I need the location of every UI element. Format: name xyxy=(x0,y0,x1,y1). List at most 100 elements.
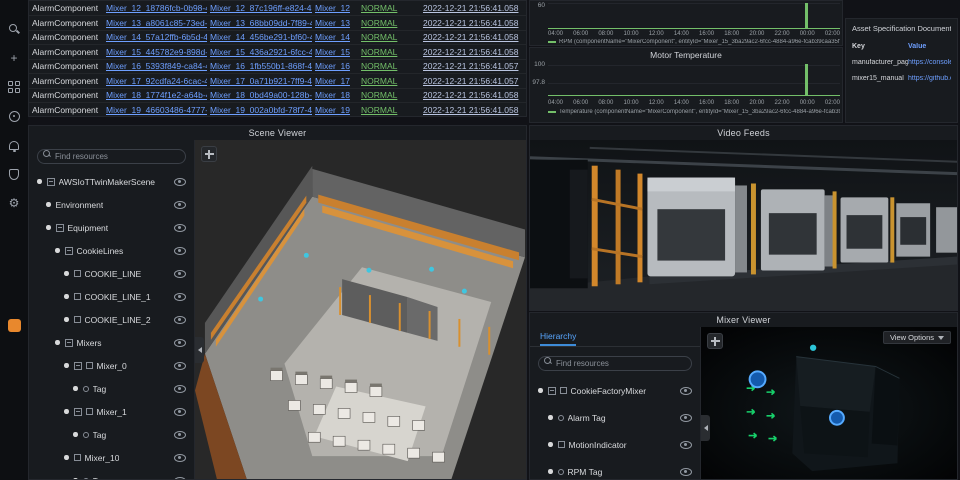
visibility-eye-icon[interactable] xyxy=(174,338,186,347)
visibility-eye-icon[interactable] xyxy=(174,384,186,393)
mixer-name-link[interactable]: Mixer_12 xyxy=(312,1,358,16)
visibility-eye-icon[interactable] xyxy=(174,269,186,278)
visibility-eye-icon[interactable] xyxy=(174,430,186,439)
visibility-eye-icon[interactable] xyxy=(174,200,186,209)
tree-item-motionindicator[interactable]: MotionIndicator xyxy=(530,431,700,458)
table-row[interactable]: AlarmComponent Mixer_12_18786fcb-0b98-4.… xyxy=(29,1,526,16)
mixer-machine-model[interactable] xyxy=(792,356,900,472)
rpm-legend[interactable]: RPM (componentName="MixerComponent", ent… xyxy=(548,39,840,45)
alerting-nav-button[interactable] xyxy=(5,136,23,154)
asset-value-link[interactable]: https://github.com xyxy=(908,75,951,82)
collapse-icon[interactable] xyxy=(55,223,64,232)
temperature-legend[interactable]: Temperature (componentName="MixerCompone… xyxy=(548,109,840,115)
visibility-eye-icon[interactable] xyxy=(174,407,186,416)
explore-nav-button[interactable] xyxy=(5,107,23,125)
visibility-eye-icon[interactable] xyxy=(680,440,692,449)
find-resources-input[interactable] xyxy=(538,356,692,371)
status-badge[interactable]: NORMAL xyxy=(358,15,420,31)
entity-id-link[interactable]: Mixer_16_5393f849-ca84-4... xyxy=(103,59,207,74)
factory-3d-viewport[interactable] xyxy=(195,140,526,479)
collapse-icon[interactable] xyxy=(73,407,82,416)
tree-item-cookie-line[interactable]: COOKIE_LINE xyxy=(29,262,194,285)
alarm-id-link[interactable]: Mixer_17_0a71b921-7ff9-46... xyxy=(207,73,312,89)
tree-item-alarm-tag[interactable]: Alarm Tag xyxy=(530,404,700,431)
visibility-eye-icon[interactable] xyxy=(680,413,692,422)
status-badge[interactable]: NORMAL xyxy=(358,102,420,116)
tree-item-cookie-line-2[interactable]: COOKIE_LINE_2 xyxy=(29,308,194,331)
rpm-tag-marker[interactable] xyxy=(829,409,845,426)
timestamp-link[interactable]: 2022-12-21 21:56:41.058 xyxy=(420,15,526,31)
search-nav-button[interactable] xyxy=(5,20,23,38)
mixer-name-link[interactable]: Mixer_18 xyxy=(312,88,358,103)
tree-item-mixers[interactable]: Mixers xyxy=(29,331,194,354)
mixer-name-link[interactable]: Mixer_16 xyxy=(312,59,358,74)
asset-value-link[interactable]: https://console.aw xyxy=(908,59,951,66)
teal-tag-marker[interactable] xyxy=(809,344,817,351)
collapse-icon[interactable] xyxy=(547,386,556,395)
timestamp-link[interactable]: 2022-12-21 21:56:41.058 xyxy=(420,1,526,16)
entity-id-link[interactable]: Mixer_14_57a12ffb-6b5d-49... xyxy=(103,30,207,45)
collapse-tree-handle[interactable] xyxy=(195,336,204,363)
collapse-icon[interactable] xyxy=(73,361,82,370)
tree-item-tag[interactable]: Tag xyxy=(29,377,194,400)
visibility-eye-icon[interactable] xyxy=(174,246,186,255)
table-row[interactable]: AlarmComponent Mixer_17_92cdfa24-6cac-4.… xyxy=(29,73,526,89)
visibility-eye-icon[interactable] xyxy=(174,361,186,370)
temperature-plot-area[interactable] xyxy=(548,62,840,96)
key-column-header[interactable]: Key xyxy=(852,43,908,50)
tree-item-mixer-0[interactable]: Mixer_0 xyxy=(29,354,194,377)
entity-id-link[interactable]: Mixer_17_92cdfa24-6cac-4... xyxy=(103,73,207,89)
alarm-tag-marker[interactable] xyxy=(748,370,767,389)
view-options-button[interactable]: View Options xyxy=(882,331,951,344)
admin-nav-button[interactable] xyxy=(5,165,23,183)
visibility-eye-icon[interactable] xyxy=(174,315,186,324)
status-badge[interactable]: NORMAL xyxy=(358,1,420,16)
visibility-eye-icon[interactable] xyxy=(174,177,186,186)
entity-id-link[interactable]: Mixer_18_1774f1e2-a64b-4... xyxy=(103,88,207,103)
tree-item-mixer-10[interactable]: Mixer_10 xyxy=(29,446,194,469)
status-badge[interactable]: NORMAL xyxy=(358,59,420,74)
alarm-id-link[interactable]: Mixer_19_002a0bfd-78f7-42... xyxy=(207,102,312,116)
table-row[interactable]: AlarmComponent Mixer_16_5393f849-ca84-4.… xyxy=(29,59,526,74)
visibility-eye-icon[interactable] xyxy=(174,453,186,462)
entity-id-link[interactable]: Mixer_15_445782e9-898d-4... xyxy=(103,44,207,60)
tree-item-environment[interactable]: Environment xyxy=(29,193,194,216)
aws-logo[interactable] xyxy=(7,319,21,332)
settings-nav-button[interactable]: ⚙ xyxy=(5,194,23,212)
entity-id-link[interactable]: Mixer_19_46603486-4777-4... xyxy=(103,102,207,116)
timestamp-link[interactable]: 2022-12-21 21:56:41.057 xyxy=(420,59,526,74)
visibility-eye-icon[interactable] xyxy=(680,467,692,476)
pan-tool-button[interactable] xyxy=(201,146,217,162)
entity-id-link[interactable]: Mixer_12_18786fcb-0b98-4... xyxy=(103,1,207,16)
table-row[interactable]: AlarmComponent Mixer_19_46603486-4777-4.… xyxy=(29,102,526,116)
timestamp-link[interactable]: 2022-12-21 21:56:41.058 xyxy=(420,44,526,60)
tab-hierarchy[interactable]: Hierarchy xyxy=(540,331,577,346)
alarm-id-link[interactable]: Mixer_12_87c196ff-e824-47... xyxy=(207,1,312,16)
timestamp-link[interactable]: 2022-12-21 21:56:41.058 xyxy=(420,30,526,45)
alarm-id-link[interactable]: Mixer_15_436a2921-6fcc-4... xyxy=(207,44,312,60)
table-row[interactable]: AlarmComponent Mixer_14_57a12ffb-6b5d-49… xyxy=(29,30,526,45)
collapse-tree-handle[interactable] xyxy=(701,415,710,442)
mixer-name-link[interactable]: Mixer_13 xyxy=(312,15,358,31)
panel-title[interactable]: Scene Viewer xyxy=(29,126,526,140)
rpm-plot-area[interactable] xyxy=(548,3,840,29)
tree-item-rpm-tag[interactable]: RPM Tag xyxy=(530,458,700,479)
collapse-icon[interactable] xyxy=(64,246,73,255)
mixer-name-link[interactable]: Mixer_19 xyxy=(312,102,358,116)
tree-item-tag[interactable]: Tag xyxy=(29,469,194,479)
tree-item-mixer-1[interactable]: Mixer_1 xyxy=(29,400,194,423)
mixer-name-link[interactable]: Mixer_17 xyxy=(312,73,358,89)
panel-title[interactable]: Video Feeds xyxy=(530,126,957,140)
alarm-id-link[interactable]: Mixer_13_68bb09dd-7f89-4... xyxy=(207,15,312,31)
tree-item-cookielines[interactable]: CookieLines xyxy=(29,239,194,262)
alarm-id-link[interactable]: Mixer_16_1fb550b1-868f-4e... xyxy=(207,59,312,74)
table-row[interactable]: AlarmComponent Mixer_18_1774f1e2-a64b-4.… xyxy=(29,88,526,103)
video-feed-viewport[interactable] xyxy=(530,140,957,310)
find-resources-input[interactable] xyxy=(37,149,186,164)
mixer-name-link[interactable]: Mixer_15 xyxy=(312,44,358,60)
tree-item-cookiefactorymixer[interactable]: CookieFactoryMixer xyxy=(530,377,700,404)
alarm-id-link[interactable]: Mixer_14_456be291-bf60-4... xyxy=(207,30,312,45)
visibility-eye-icon[interactable] xyxy=(174,292,186,301)
entity-id-link[interactable]: Mixer_13_a8061c85-73ed-4... xyxy=(103,15,207,31)
panel-title[interactable]: Mixer Viewer xyxy=(530,313,957,327)
